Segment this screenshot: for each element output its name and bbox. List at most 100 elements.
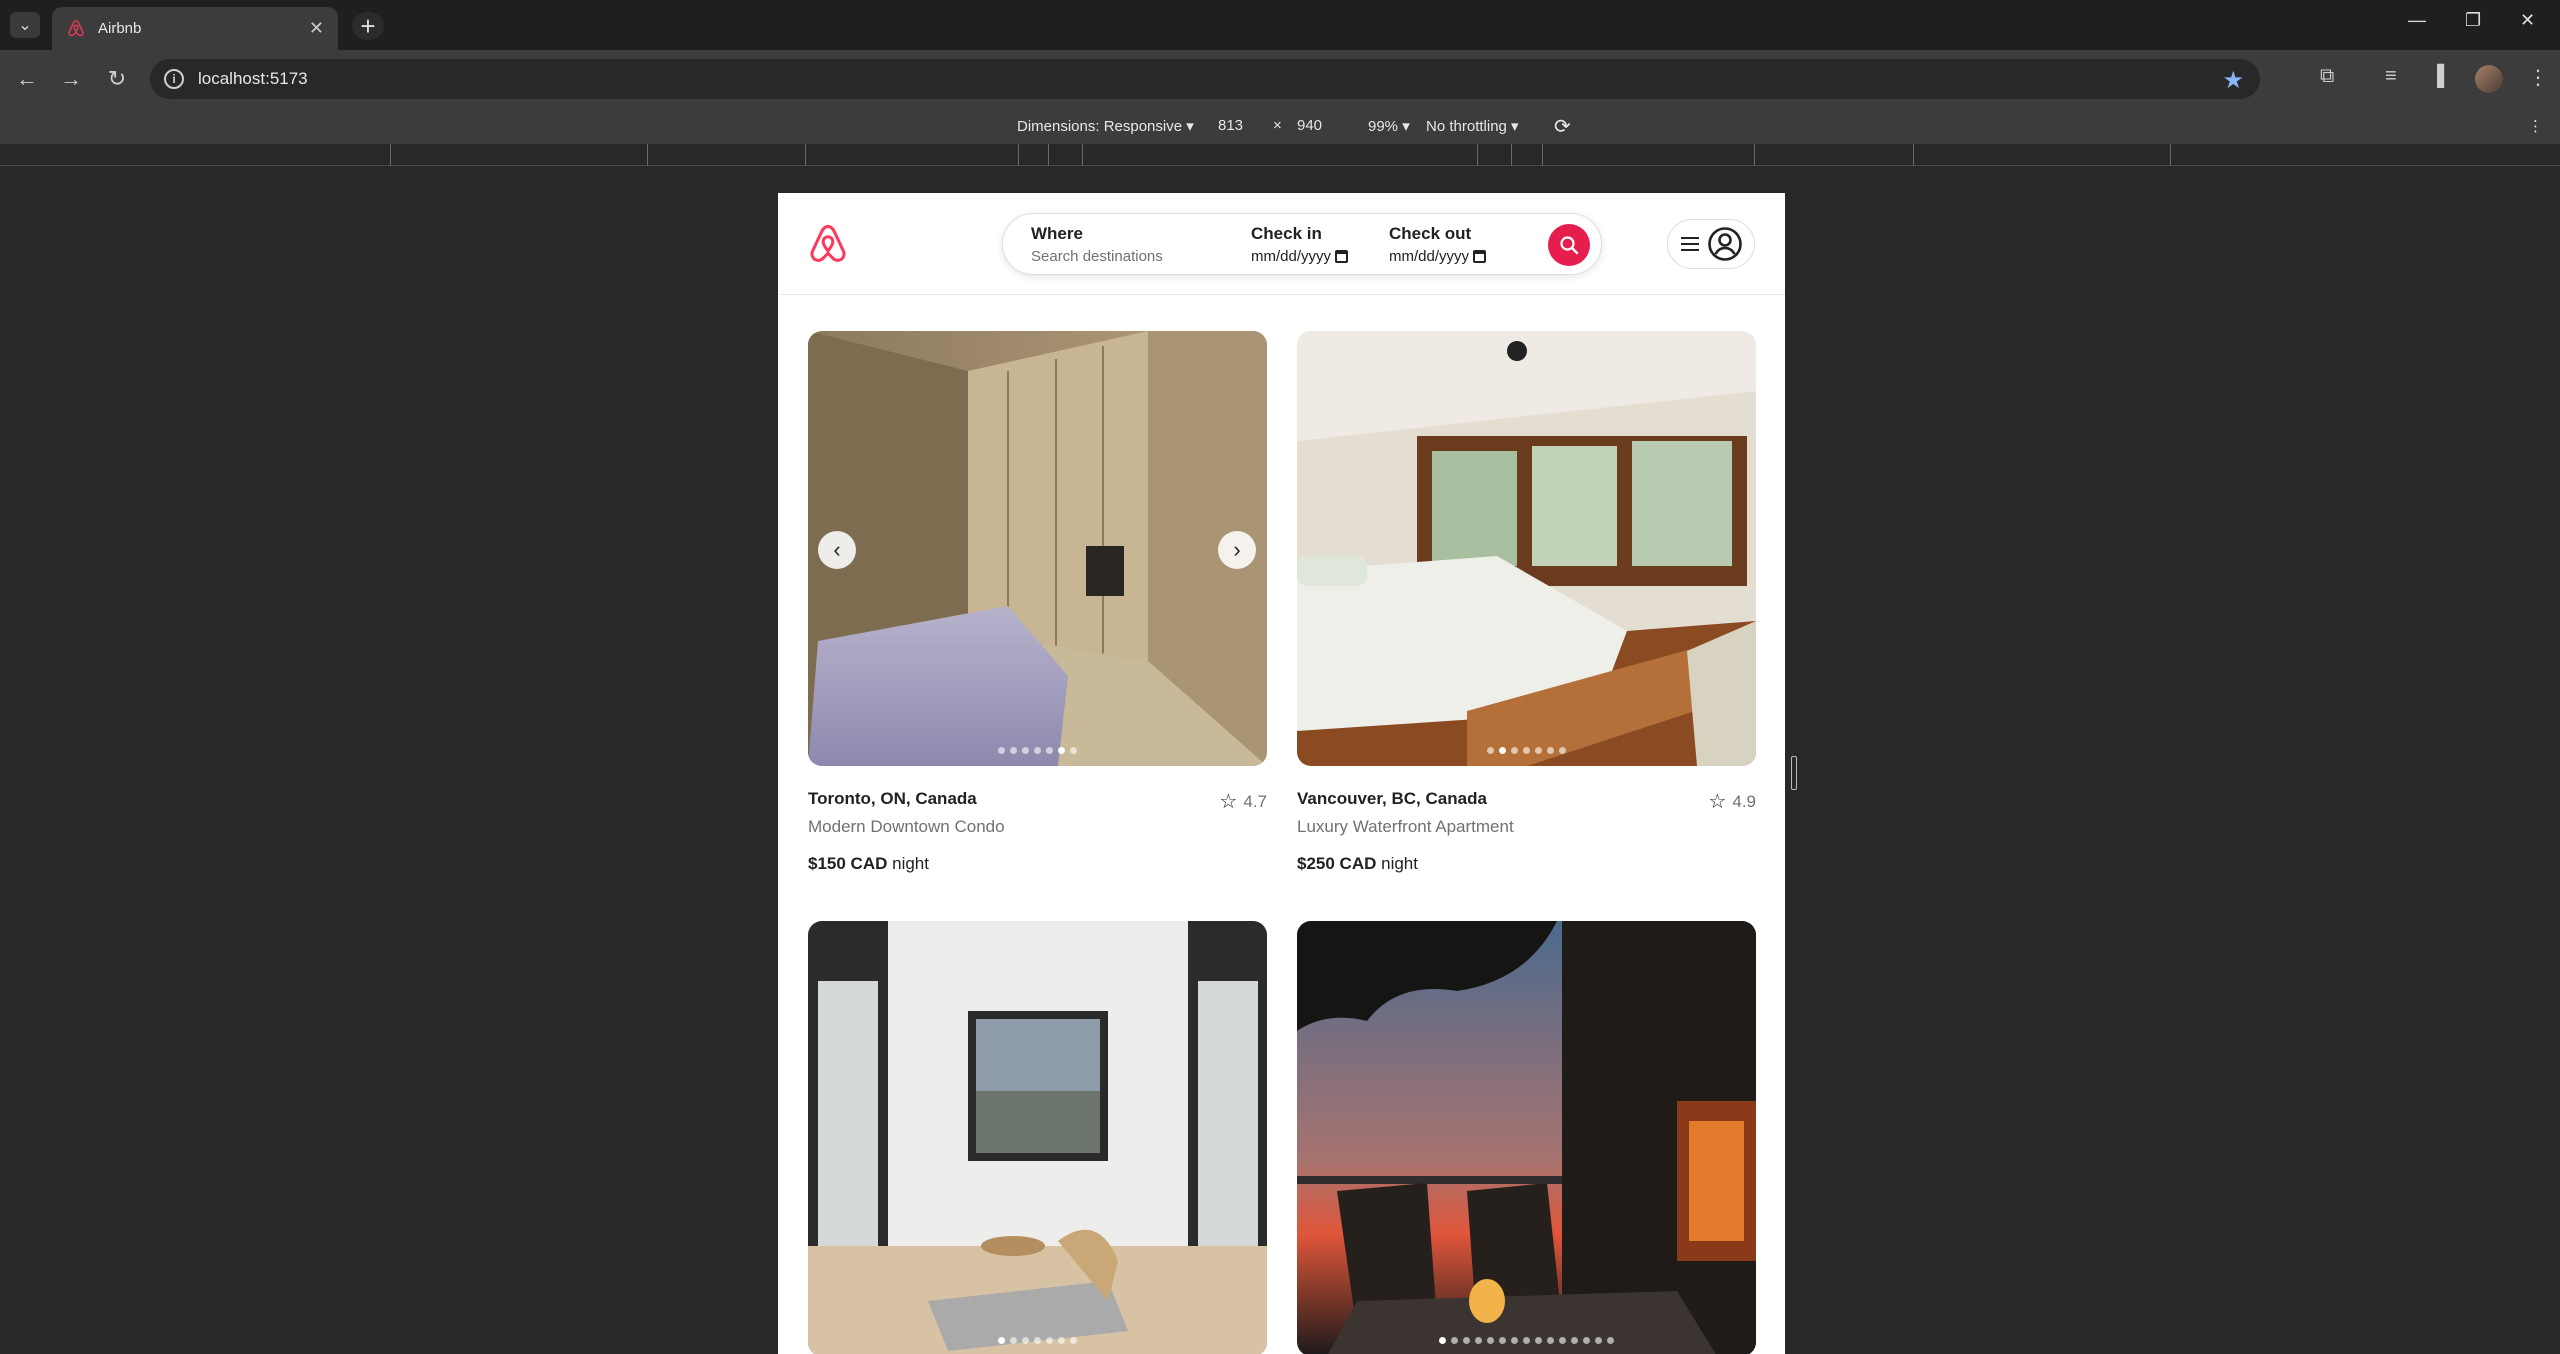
pagination-dot[interactable] bbox=[1058, 1337, 1065, 1344]
browser-toolbar: ← → ↻ i localhost:5173 ★ ⧉ ≡ ▐ ⋮ bbox=[0, 50, 2560, 108]
checkin-field[interactable]: Check in mm/dd/yyyy bbox=[1251, 224, 1349, 265]
viewport-resize-handle[interactable] bbox=[1791, 756, 1797, 790]
pagination-dot[interactable] bbox=[1046, 1337, 1053, 1344]
where-field[interactable]: Where Search destinations bbox=[1031, 224, 1163, 265]
app-viewport: Where Search destinations Check in mm/dd… bbox=[778, 193, 1785, 1354]
tab-title: Airbnb bbox=[98, 20, 142, 37]
pagination-dot[interactable] bbox=[1511, 1337, 1518, 1344]
media-controls-icon[interactable]: ≡ bbox=[2385, 65, 2397, 88]
listing-photo[interactable] bbox=[1297, 331, 1756, 766]
site-info-icon[interactable]: i bbox=[164, 69, 184, 89]
listing-rating: ☆ 4.9 bbox=[1708, 789, 1756, 814]
width-input[interactable]: 813 bbox=[1218, 117, 1243, 134]
checkin-input[interactable]: mm/dd/yyyy bbox=[1251, 248, 1331, 265]
where-label: Where bbox=[1031, 224, 1083, 243]
pagination-dot[interactable] bbox=[1595, 1337, 1602, 1344]
restore-icon[interactable]: ❐ bbox=[2465, 10, 2481, 31]
rotate-icon[interactable]: ⟳ bbox=[1554, 114, 1571, 139]
pagination-dot[interactable] bbox=[1070, 1337, 1077, 1344]
pagination-dot[interactable] bbox=[1439, 1337, 1446, 1344]
listing-rating: ☆ 4.7 bbox=[1219, 789, 1267, 814]
new-tab-plus-icon[interactable]: + bbox=[352, 11, 384, 41]
checkout-input[interactable]: mm/dd/yyyy bbox=[1389, 248, 1469, 265]
pagination-dot[interactable] bbox=[1070, 747, 1077, 754]
pagination-dot[interactable] bbox=[1010, 747, 1017, 754]
checkout-field[interactable]: Check out mm/dd/yyyy bbox=[1389, 224, 1487, 265]
back-arrow-icon[interactable]: ← bbox=[12, 64, 42, 94]
search-bar: Where Search destinations Check in mm/dd… bbox=[1002, 213, 1602, 275]
listing-title: Modern Downtown Condo bbox=[808, 817, 1005, 836]
more-menu-icon[interactable]: ⋮ bbox=[2528, 65, 2548, 90]
where-input[interactable]: Search destinations bbox=[1031, 248, 1163, 265]
pagination-dot[interactable] bbox=[1523, 747, 1530, 754]
airbnb-logo-icon[interactable] bbox=[806, 223, 850, 267]
address-bar[interactable]: i localhost:5173 ★ bbox=[150, 59, 2260, 99]
pagination-dot[interactable] bbox=[998, 1337, 1005, 1344]
pagination-dot[interactable] bbox=[1559, 1337, 1566, 1344]
photo-pagination-dots[interactable] bbox=[808, 1337, 1267, 1344]
calendar-icon[interactable] bbox=[1473, 250, 1487, 263]
next-photo-chevron-icon[interactable]: › bbox=[1218, 531, 1256, 569]
throttling-dropdown[interactable]: No throttling ▾ bbox=[1426, 117, 1519, 135]
listing-photo[interactable]: ‹ › bbox=[808, 331, 1267, 766]
tab-close-icon[interactable]: ✕ bbox=[309, 18, 324, 39]
pagination-dot[interactable] bbox=[1463, 1337, 1470, 1344]
dimensions-dropdown[interactable]: Dimensions: Responsive ▾ bbox=[1017, 117, 1194, 135]
price-unit: night bbox=[892, 854, 929, 873]
device-toolbar: Dimensions: Responsive ▾ 813 × 940 99% ▾… bbox=[0, 108, 2560, 144]
photo-pagination-dots[interactable] bbox=[808, 747, 1267, 754]
forward-arrow-icon[interactable]: → bbox=[56, 64, 86, 94]
profile-avatar[interactable] bbox=[2475, 65, 2503, 93]
search-button[interactable] bbox=[1548, 224, 1590, 266]
pagination-dot[interactable] bbox=[1499, 747, 1506, 754]
pagination-dot[interactable] bbox=[1559, 747, 1566, 754]
listing-photo[interactable] bbox=[1297, 921, 1756, 1354]
window-close-icon[interactable]: ✕ bbox=[2520, 10, 2535, 31]
prev-photo-chevron-icon[interactable]: ‹ bbox=[818, 531, 856, 569]
tab-list-chevron-icon[interactable]: ⌄ bbox=[10, 12, 40, 38]
minimize-icon[interactable]: — bbox=[2408, 10, 2426, 31]
extensions-puzzle-icon[interactable]: ⧉ bbox=[2320, 65, 2334, 88]
pagination-dot[interactable] bbox=[1034, 747, 1041, 754]
pagination-dot[interactable] bbox=[1058, 747, 1065, 754]
pagination-dot[interactable] bbox=[1499, 1337, 1506, 1344]
tab-airbnb[interactable]: Airbnb ✕ bbox=[52, 7, 338, 50]
url-text: localhost:5173 bbox=[198, 69, 308, 88]
pagination-dot[interactable] bbox=[1547, 747, 1554, 754]
listing-price: $250 CAD night bbox=[1297, 854, 1418, 874]
zoom-dropdown[interactable]: 99% ▾ bbox=[1368, 117, 1410, 135]
reload-icon[interactable]: ↻ bbox=[102, 64, 132, 94]
pagination-dot[interactable] bbox=[1046, 747, 1053, 754]
pagination-dot[interactable] bbox=[1475, 1337, 1482, 1344]
search-icon bbox=[1560, 236, 1579, 255]
listing-photo[interactable] bbox=[808, 921, 1267, 1354]
pagination-dot[interactable] bbox=[1583, 1337, 1590, 1344]
height-input[interactable]: 940 bbox=[1297, 117, 1322, 134]
pagination-dot[interactable] bbox=[1511, 747, 1518, 754]
pagination-dot[interactable] bbox=[1034, 1337, 1041, 1344]
pagination-dot[interactable] bbox=[1523, 1337, 1530, 1344]
pagination-dot[interactable] bbox=[1010, 1337, 1017, 1344]
devtools-more-icon[interactable]: ⋮ bbox=[2528, 117, 2543, 135]
pagination-dot[interactable] bbox=[1487, 747, 1494, 754]
bookmark-star-icon[interactable]: ★ bbox=[2222, 66, 2244, 95]
photo-pagination-dots[interactable] bbox=[1297, 1337, 1756, 1344]
pagination-dot[interactable] bbox=[1571, 1337, 1578, 1344]
listing-title: Luxury Waterfront Apartment bbox=[1297, 817, 1514, 836]
photo-pagination-dots[interactable] bbox=[1297, 747, 1756, 754]
user-menu-button[interactable] bbox=[1667, 219, 1755, 269]
pagination-dot[interactable] bbox=[1022, 747, 1029, 754]
pagination-dot[interactable] bbox=[1022, 1337, 1029, 1344]
calendar-icon[interactable] bbox=[1335, 250, 1349, 263]
checkin-label: Check in bbox=[1251, 224, 1322, 243]
pagination-dot[interactable] bbox=[1607, 1337, 1614, 1344]
price-unit: night bbox=[1381, 854, 1418, 873]
pagination-dot[interactable] bbox=[1487, 1337, 1494, 1344]
pagination-dot[interactable] bbox=[1547, 1337, 1554, 1344]
browser-tabbar: ⌄ Airbnb ✕ + — ❐ ✕ bbox=[0, 0, 2560, 50]
pagination-dot[interactable] bbox=[1535, 747, 1542, 754]
pagination-dot[interactable] bbox=[1535, 1337, 1542, 1344]
pagination-dot[interactable] bbox=[1451, 1337, 1458, 1344]
side-panel-icon[interactable]: ▐ bbox=[2430, 65, 2444, 88]
pagination-dot[interactable] bbox=[998, 747, 1005, 754]
